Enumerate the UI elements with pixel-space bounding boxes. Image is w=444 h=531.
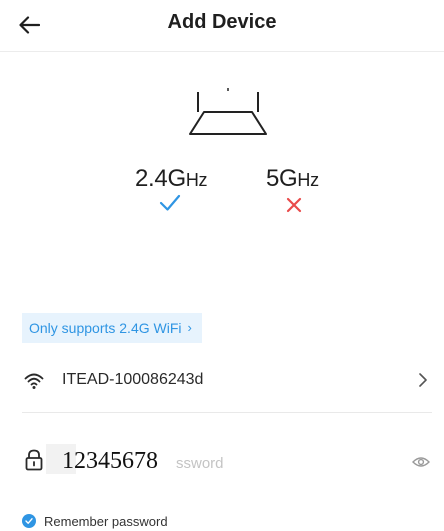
add-device-screen: Add Device 2.4GHz 5GHz Only supports 2.4…	[0, 0, 444, 531]
password-input[interactable]: 12345678	[62, 448, 158, 475]
band-2-4ghz-unit: Hz	[185, 170, 208, 190]
band-2-4ghz-label: 2.4GHz	[135, 165, 208, 193]
checked-icon	[22, 514, 36, 528]
remember-password-label: Remember password	[44, 513, 168, 529]
band-5ghz-name: 5G	[266, 165, 298, 192]
lock-icon	[25, 449, 43, 471]
remember-password-checkbox[interactable]: Remember password	[22, 512, 168, 530]
wifi-network-selector[interactable]: ITEAD-100086243d	[0, 355, 444, 412]
divider	[22, 412, 432, 413]
chevron-right-icon: ›	[187, 320, 192, 335]
band-5ghz-label: 5GHz	[266, 165, 319, 193]
header-bar: Add Device	[0, 0, 444, 52]
wifi-ssid: ITEAD-100086243d	[62, 371, 204, 388]
router-icon	[189, 88, 267, 135]
page-title: Add Device	[167, 11, 277, 33]
wifi-icon	[24, 373, 44, 389]
check-icon	[159, 194, 181, 211]
password-placeholder: ssword	[176, 455, 224, 472]
band-5ghz-unit: Hz	[297, 170, 319, 190]
password-field[interactable]: 12345678 ssword	[0, 440, 444, 484]
eye-icon[interactable]	[412, 455, 430, 469]
chevron-right-icon	[419, 373, 427, 387]
cross-icon	[286, 197, 302, 213]
notice-text: Only supports 2.4G WiFi	[29, 320, 182, 336]
band-2-4ghz-name: 2.4G	[135, 165, 186, 192]
wifi-support-notice[interactable]: Only supports 2.4G WiFi ›	[22, 313, 202, 343]
